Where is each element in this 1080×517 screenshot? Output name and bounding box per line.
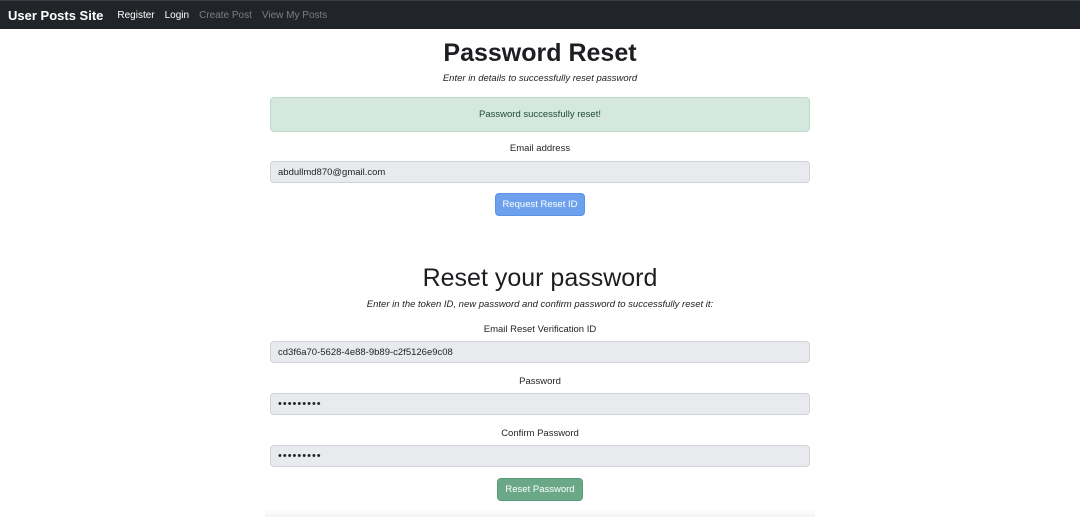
password-reset-title: Password Reset: [443, 39, 637, 67]
password-field[interactable]: [270, 393, 810, 415]
token-field[interactable]: [270, 341, 810, 363]
success-alert: Password successfully reset!: [270, 97, 810, 132]
nav-create-post-link[interactable]: Create Post: [199, 10, 252, 21]
nav-login-link[interactable]: Login: [165, 10, 189, 21]
token-label: Email Reset Verification ID: [483, 324, 597, 335]
bottom-shadow: [265, 509, 815, 517]
password-label: Password: [519, 376, 561, 387]
password-reset-subtitle: Enter in details to successfully reset p…: [442, 73, 638, 84]
request-reset-id-button[interactable]: Request Reset ID: [495, 193, 585, 216]
confirm-password-field[interactable]: [270, 445, 810, 467]
email-field[interactable]: [270, 161, 810, 183]
nav-view-my-posts-link[interactable]: View My Posts: [262, 10, 327, 21]
site-brand[interactable]: User Posts Site: [8, 8, 103, 23]
email-label: Email address: [509, 143, 571, 154]
reset-password-button[interactable]: Reset Password: [497, 478, 583, 501]
reset-password-subtitle: Enter in the token ID, new password and …: [366, 299, 714, 310]
confirm-password-label: Confirm Password: [501, 428, 579, 439]
nav-register-link[interactable]: Register: [117, 10, 154, 21]
reset-password-title: Reset your password: [422, 264, 658, 292]
top-navbar: User Posts Site Register Login Create Po…: [0, 0, 1080, 29]
main-content: Password Reset Enter in details to succe…: [0, 29, 1080, 517]
